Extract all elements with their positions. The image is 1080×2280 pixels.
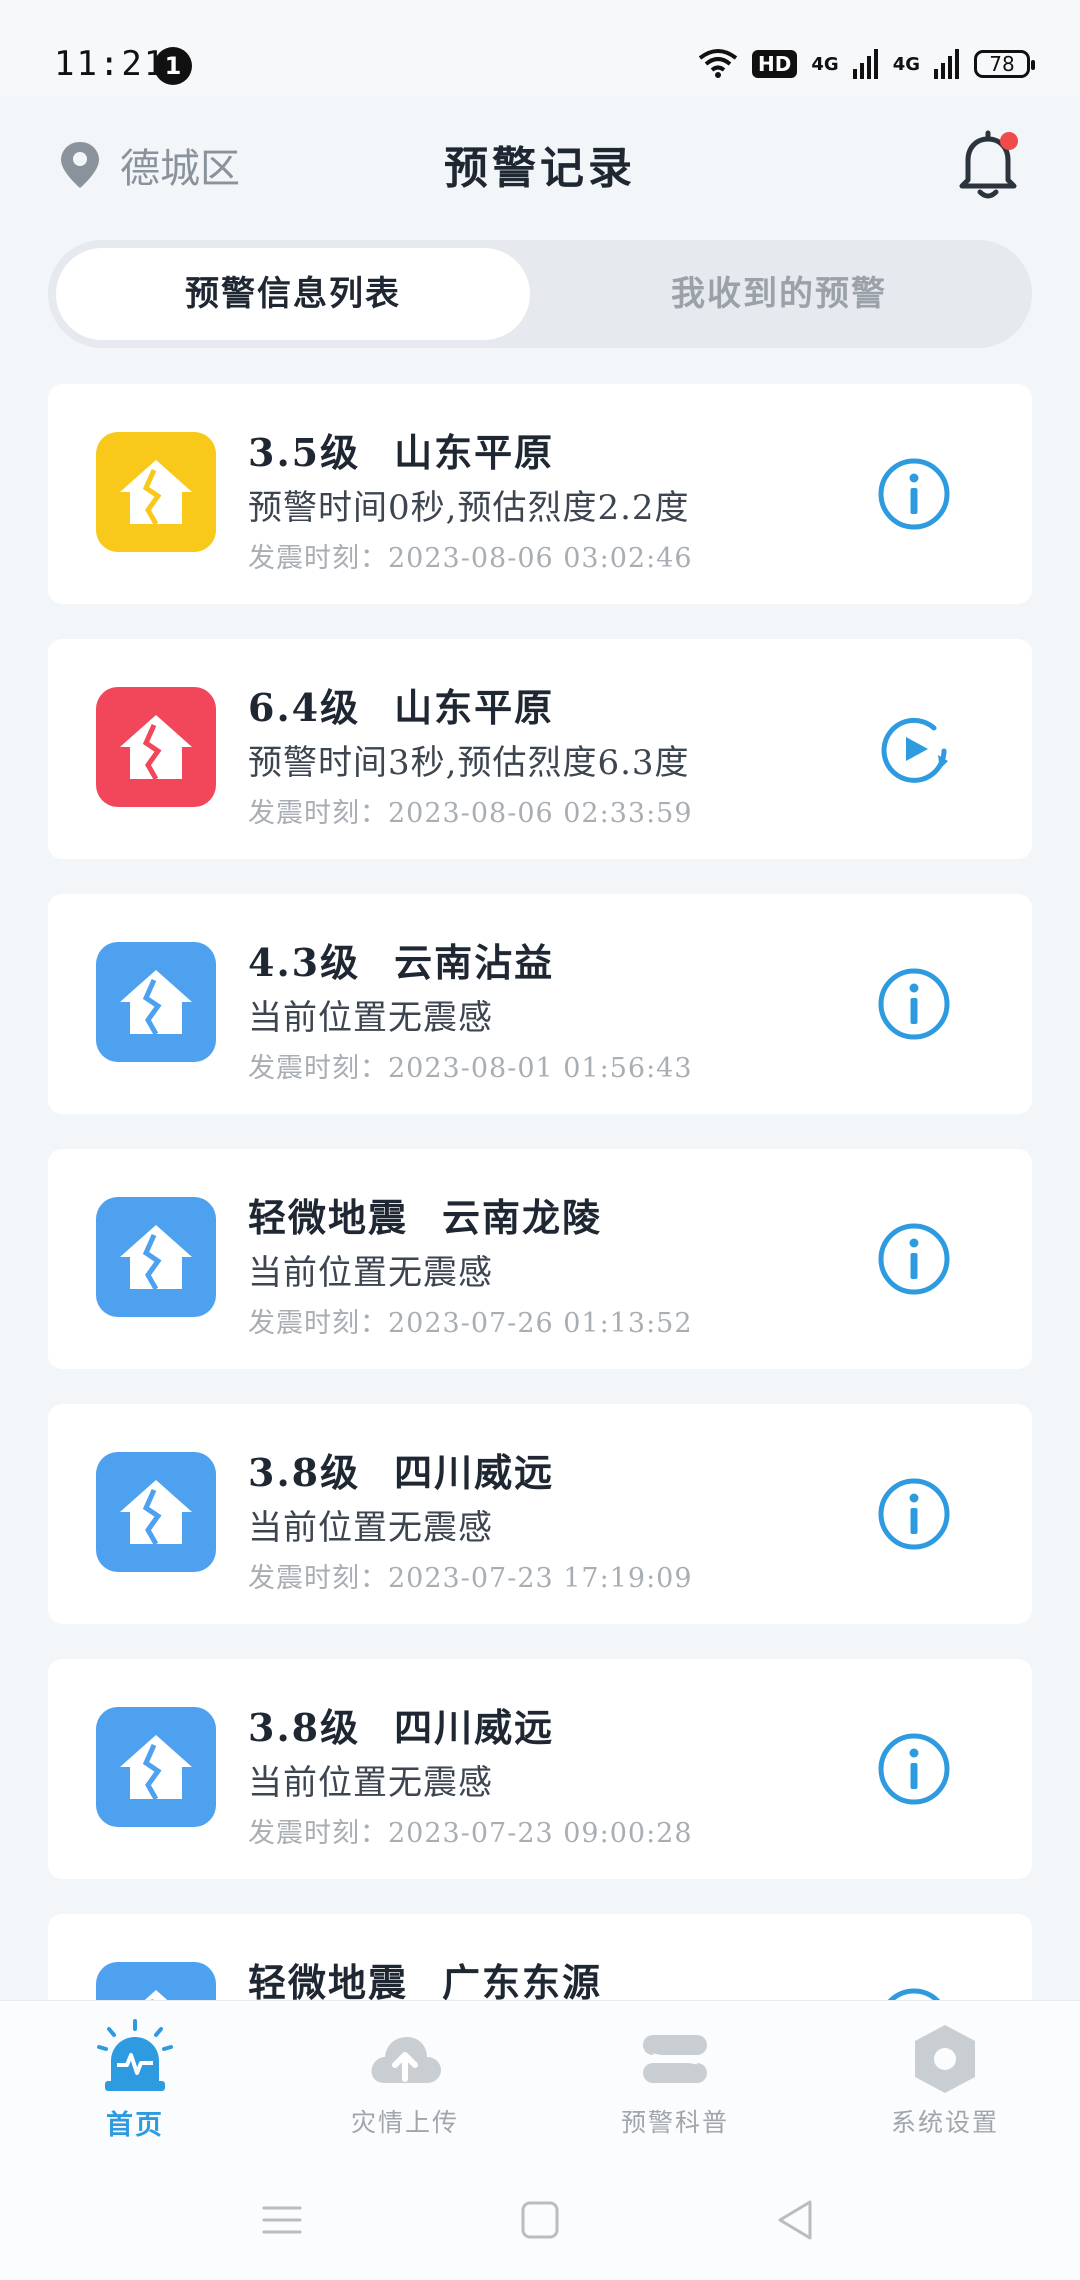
record-detail: 预警时间0秒,预估烈度2.2度 bbox=[248, 488, 690, 528]
cracked-house-icon bbox=[120, 970, 192, 1036]
status-indicators: HD 4G 4G 78 bbox=[698, 44, 1035, 84]
record-title: 3.8级 四川威远 bbox=[248, 1442, 554, 1497]
cloud-upload-icon bbox=[371, 2037, 441, 2083]
nav-home-label: 首页 bbox=[106, 2110, 164, 2141]
quake-house-icon bbox=[96, 432, 216, 552]
record-place: 四川威远 bbox=[394, 1450, 555, 1495]
nav-warning-science[interactable]: 预警科普 bbox=[540, 2001, 810, 2151]
quake-house-icon bbox=[96, 942, 216, 1062]
record-place: 四川威远 bbox=[394, 1705, 555, 1750]
record-magnitude: 轻微地震 bbox=[248, 1195, 409, 1240]
record-detail: 当前位置无震感 bbox=[248, 1253, 493, 1293]
record-time: 发震时刻：2023-07-23 17:19:09 bbox=[248, 1563, 693, 1594]
record-detail: 当前位置无震感 bbox=[248, 1763, 493, 1803]
record-magnitude: 3.8级 bbox=[248, 1705, 361, 1750]
record-card[interactable]: 3.8级 四川威远 当前位置无震感 发震时刻：2023-07-23 17:19:0… bbox=[48, 1404, 1032, 1624]
record-magnitude: 3.8级 bbox=[248, 1450, 361, 1495]
record-magnitude: 6.4级 bbox=[248, 685, 361, 730]
hd-badge: HD bbox=[752, 50, 798, 78]
alarm-icon bbox=[97, 2019, 173, 2091]
notification-count-badge: 1 bbox=[154, 47, 192, 85]
system-navigation-bar bbox=[0, 2150, 1080, 2280]
record-detail: 当前位置无震感 bbox=[248, 1508, 493, 1548]
tab-received-warnings[interactable]: 我收到的预警 bbox=[542, 248, 1016, 340]
record-time: 发震时刻：2023-08-01 01:56:43 bbox=[248, 1053, 693, 1084]
replay-icon[interactable] bbox=[876, 711, 952, 787]
record-card[interactable]: 轻微地震 云南龙陵 当前位置无震感 发震时刻：2023-07-26 01:13:5… bbox=[48, 1149, 1032, 1369]
record-card[interactable]: 3.5级 山东平原 预警时间0秒,预估烈度2.2度 发震时刻：2023-08-06… bbox=[48, 384, 1032, 604]
record-place: 云南龙陵 bbox=[442, 1195, 603, 1240]
cracked-house-icon bbox=[120, 460, 192, 526]
status-time: 11:21 bbox=[54, 44, 167, 84]
quake-house-icon bbox=[96, 1452, 216, 1572]
nav-system-settings-label: 系统设置 bbox=[890, 2108, 999, 2137]
tab-warning-list[interactable]: 预警信息列表 bbox=[56, 248, 530, 340]
menu-icon[interactable] bbox=[252, 2190, 312, 2250]
quake-house-icon bbox=[96, 1707, 216, 1827]
home-square-icon[interactable] bbox=[510, 2190, 570, 2250]
info-icon[interactable] bbox=[876, 1731, 952, 1807]
signal-icon-1 bbox=[852, 49, 878, 79]
info-icon[interactable] bbox=[876, 456, 952, 532]
record-card[interactable]: 4.3级 云南沾益 当前位置无震感 发震时刻：2023-08-01 01:56:4… bbox=[48, 894, 1032, 1114]
info-icon[interactable] bbox=[876, 1221, 952, 1297]
nav-disaster-upload[interactable]: 灾情上传 bbox=[270, 2001, 540, 2151]
record-title: 轻微地震 云南龙陵 bbox=[248, 1187, 602, 1242]
book-icon bbox=[643, 2035, 707, 2083]
notification-bell-button[interactable] bbox=[948, 124, 1028, 204]
unread-dot bbox=[1000, 132, 1018, 150]
cracked-house-icon bbox=[120, 715, 192, 781]
record-place: 山东平原 bbox=[394, 430, 555, 475]
cracked-house-icon bbox=[120, 1225, 192, 1291]
network-4g-label-2: 4G bbox=[892, 53, 920, 75]
settings-hex-icon bbox=[915, 2025, 975, 2093]
record-title: 6.4级 山东平原 bbox=[248, 677, 554, 732]
cracked-house-icon bbox=[120, 1480, 192, 1546]
record-time: 发震时刻：2023-07-23 09:00:28 bbox=[248, 1818, 693, 1849]
quake-house-icon bbox=[96, 1197, 216, 1317]
app-header: 德城区 预警记录 bbox=[0, 96, 1080, 224]
info-icon[interactable] bbox=[876, 966, 952, 1042]
wifi-icon bbox=[698, 49, 738, 78]
record-magnitude: 3.5级 bbox=[248, 430, 361, 475]
record-time: 发震时刻：2023-08-06 02:33:59 bbox=[248, 798, 693, 829]
record-magnitude: 4.3级 bbox=[248, 940, 361, 985]
bottom-navigation: 首页 灾情上传 预警科普 系统设置 bbox=[0, 2000, 1080, 2150]
record-magnitude: 轻微地震 bbox=[248, 1960, 409, 2005]
signal-icon-2 bbox=[934, 49, 959, 79]
cracked-house-icon bbox=[120, 1735, 192, 1801]
record-place: 云南沾益 bbox=[394, 940, 555, 985]
record-detail: 预警时间3秒,预估烈度6.3度 bbox=[248, 743, 690, 783]
nav-disaster-upload-label: 灾情上传 bbox=[350, 2108, 459, 2137]
nav-home[interactable]: 首页 bbox=[0, 2001, 270, 2151]
record-title: 轻微地震 广东东源 bbox=[248, 1952, 602, 2007]
record-place: 山东平原 bbox=[394, 685, 555, 730]
tab-switcher: 预警信息列表 我收到的预警 bbox=[48, 240, 1032, 348]
back-triangle-icon[interactable] bbox=[766, 2190, 826, 2250]
info-icon[interactable] bbox=[876, 1476, 952, 1552]
record-title: 3.5级 山东平原 bbox=[248, 422, 554, 477]
record-detail: 当前位置无震感 bbox=[248, 998, 493, 1038]
network-4g-label-1: 4G bbox=[811, 53, 839, 75]
status-bar: 11:21 1 HD 4G 4G 78 bbox=[0, 0, 1080, 96]
battery-indicator: 78 bbox=[974, 50, 1035, 78]
record-card[interactable]: 3.8级 四川威远 当前位置无震感 发震时刻：2023-07-23 09:00:2… bbox=[48, 1659, 1032, 1879]
record-place: 广东东源 bbox=[442, 1960, 603, 2005]
record-card[interactable]: 6.4级 山东平原 预警时间3秒,预估烈度6.3度 发震时刻：2023-08-06… bbox=[48, 639, 1032, 859]
quake-house-icon bbox=[96, 687, 216, 807]
record-time: 发震时刻：2023-07-26 01:13:52 bbox=[248, 1308, 693, 1339]
nav-system-settings[interactable]: 系统设置 bbox=[810, 2001, 1080, 2151]
nav-warning-science-label: 预警科普 bbox=[620, 2108, 729, 2137]
record-time: 发震时刻：2023-08-06 03:02:46 bbox=[248, 543, 693, 574]
record-title: 3.8级 四川威远 bbox=[248, 1697, 554, 1752]
page-title: 预警记录 bbox=[444, 143, 636, 194]
record-title: 4.3级 云南沾益 bbox=[248, 932, 554, 987]
